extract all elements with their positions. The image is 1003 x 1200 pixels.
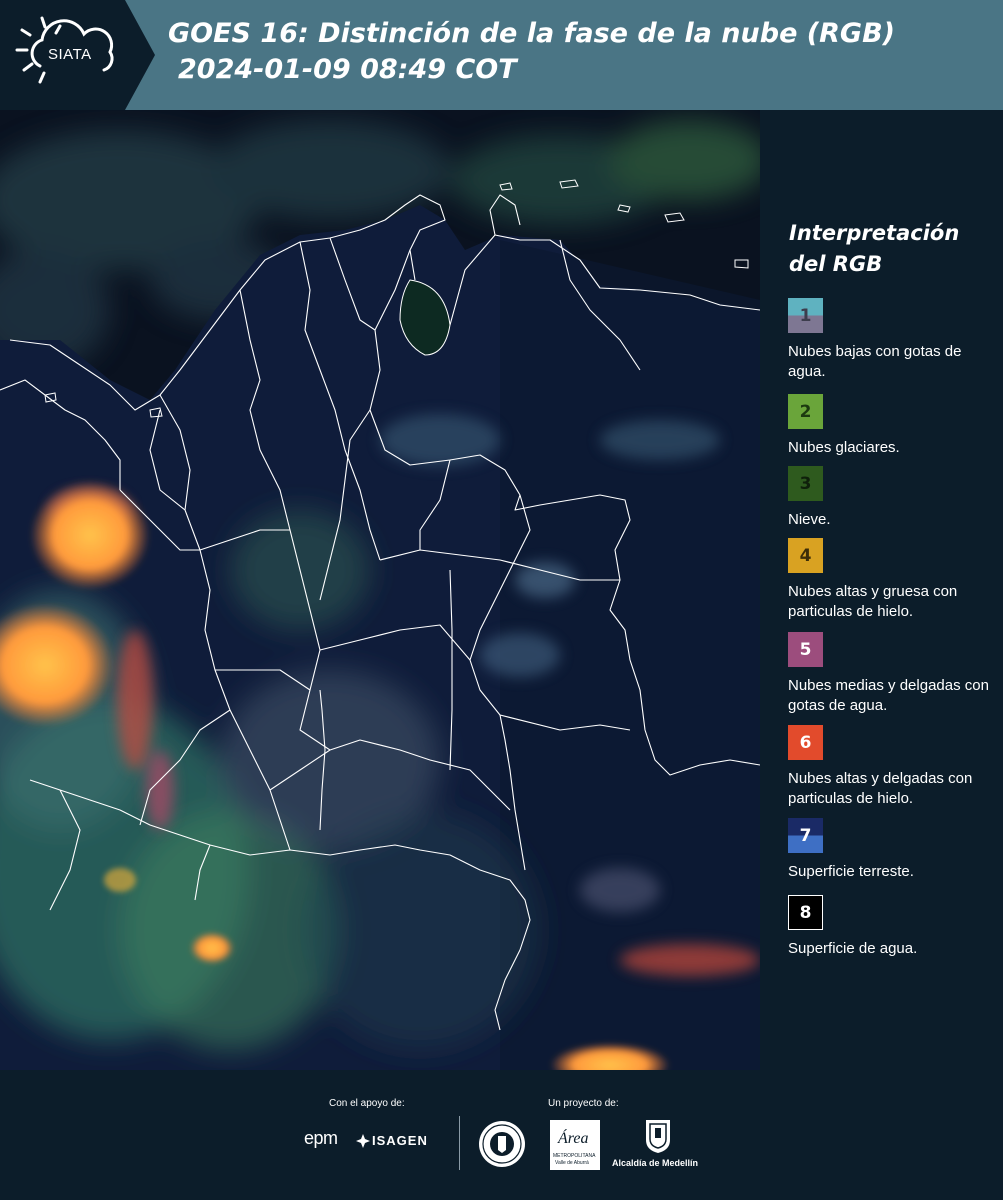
- legend-number: 4: [799, 545, 812, 566]
- legend-swatch-4: 4: [788, 538, 823, 573]
- header-bar: SIATA GOES 16: Distinción de la fase de …: [0, 0, 1003, 110]
- page-title: GOES 16: Distinción de la fase de la nub…: [168, 16, 988, 88]
- legend-title: Interpretación del RGB: [789, 221, 960, 276]
- legend-label: Superficie de agua.: [788, 940, 918, 957]
- footer-divider: [459, 1116, 460, 1170]
- support-label: Con el apoyo de:: [329, 1098, 405, 1109]
- siata-logo: SIATA: [0, 0, 155, 110]
- satellite-map: [0, 110, 760, 1070]
- legend-number: 6: [799, 732, 812, 753]
- legend-label: Nubes glaciares.: [788, 439, 900, 456]
- legend-label: Nubes altas y gruesa con particulas de h…: [788, 583, 958, 620]
- footer-bar: Con el apoyo de: Un proyecto de: epm ISA…: [0, 1070, 1003, 1200]
- legend-swatch-2: 2: [788, 394, 823, 429]
- legend-item-7: 7 Superficie terreste.: [788, 818, 1000, 882]
- area-logo-subtext-2: Valle de Aburrá: [555, 1160, 589, 1166]
- legend-label: Nubes altas y delgadas con particulas de…: [788, 770, 973, 807]
- legend-label: Superficie terreste.: [788, 863, 914, 880]
- map-canvas: [0, 110, 760, 1070]
- legend-swatch-5: 5: [788, 632, 823, 667]
- logo-text: SIATA: [48, 46, 92, 63]
- legend-panel: Interpretación del RGB 1 Nubes bajas con…: [760, 110, 1003, 1070]
- medellin-shield-icon: [646, 1120, 670, 1153]
- isagen-logo: ISAGEN: [372, 1133, 428, 1148]
- epm-logo: epm: [304, 1128, 338, 1148]
- legend-number: 1: [799, 305, 812, 326]
- isagen-mark-icon: [356, 1134, 370, 1148]
- legend-swatch-1: 1: [788, 298, 823, 333]
- legend-item-6: 6 Nubes altas y delgadas con particulas …: [788, 725, 1000, 809]
- legend-item-2: 2 Nubes glaciares.: [788, 394, 1000, 458]
- legend-label: Nieve.: [788, 511, 831, 528]
- legend-number: 7: [799, 825, 812, 846]
- legend-item-1: 1 Nubes bajas con gotas de agua.: [788, 298, 1000, 382]
- legend-item-5: 5 Nubes medias y delgadas con gotas de a…: [788, 632, 1000, 716]
- legend-number: 8: [799, 902, 812, 923]
- legend-swatch-6: 6: [788, 725, 823, 760]
- legend-item-3: 3 Nieve.: [788, 466, 1000, 530]
- university-seal-icon: [479, 1121, 525, 1167]
- legend-label: Nubes bajas con gotas de agua.: [788, 343, 962, 380]
- project-label: Un proyecto de:: [548, 1098, 619, 1109]
- title-line-product: GOES 16: Distinción de la fase de la nub…: [168, 18, 895, 49]
- alcaldia-label: Alcaldía de Medellín: [612, 1158, 699, 1168]
- title-line-datetime: 2024-01-09 08:49 COT: [178, 54, 517, 85]
- legend-label: Nubes medias y delgadas con gotas de agu…: [788, 677, 989, 714]
- legend-number: 3: [799, 473, 812, 494]
- legend-item-8: 8 Superficie de agua.: [788, 895, 1000, 959]
- legend-item-4: 4 Nubes altas y gruesa con particulas de…: [788, 538, 1000, 622]
- area-logo-subtext: METROPOLITANA: [553, 1153, 596, 1159]
- legend-number: 5: [799, 639, 812, 660]
- area-logo-text: Área: [558, 1130, 589, 1147]
- legend-number: 2: [799, 401, 812, 422]
- legend-swatch-3: 3: [788, 466, 823, 501]
- legend-swatch-7: 7: [788, 818, 823, 853]
- legend-swatch-8: 8: [788, 895, 823, 930]
- area-metropolitana-logo: Área METROPOLITANA Valle de Aburrá: [550, 1120, 600, 1170]
